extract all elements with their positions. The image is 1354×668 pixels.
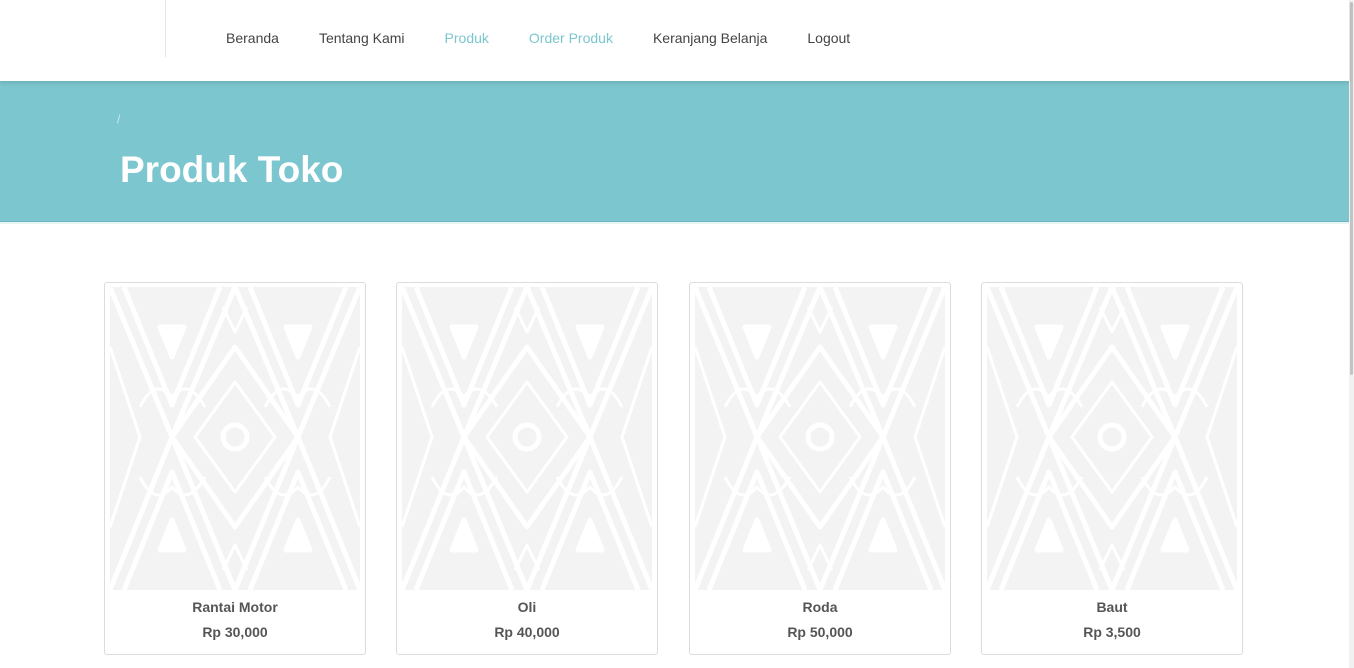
product-price: Rp 50,000 (787, 624, 853, 640)
nav-link-beranda[interactable]: Beranda (206, 30, 299, 47)
product-card[interactable]: Roda Rp 50,000 (689, 282, 951, 655)
product-card[interactable]: Baut Rp 3,500 (981, 282, 1243, 655)
product-image[interactable] (987, 287, 1237, 590)
product-card[interactable]: Oli Rp 40,000 (396, 282, 658, 655)
product-price: Rp 3,500 (1083, 624, 1141, 640)
nav-link-keranjang-belanja[interactable]: Keranjang Belanja (633, 30, 787, 47)
product-card[interactable]: Rantai Motor Rp 30,000 (104, 282, 366, 655)
breadcrumb: / (117, 112, 121, 126)
banner-divider (0, 222, 1349, 224)
scrollbar-thumb[interactable] (1350, 2, 1353, 375)
page-title: Produk Toko (120, 149, 344, 190)
product-name[interactable]: Roda (690, 599, 950, 615)
product-name[interactable]: Baut (982, 599, 1242, 615)
nav-link-logout[interactable]: Logout (787, 30, 870, 47)
nav-link-tentang-kami[interactable]: Tentang Kami (299, 30, 425, 47)
top-navbar: Beranda Tentang Kami Produk Order Produk… (0, 0, 1349, 81)
product-name[interactable]: Oli (397, 599, 657, 615)
product-image[interactable] (402, 287, 652, 590)
nav-link-order-produk[interactable]: Order Produk (509, 30, 633, 47)
product-name[interactable]: Rantai Motor (105, 599, 365, 615)
nav-link-produk[interactable]: Produk (425, 30, 509, 47)
main-menu: Beranda Tentang Kami Produk Order Produk… (206, 30, 870, 47)
product-image[interactable] (695, 287, 945, 590)
navbar-divider (165, 0, 166, 57)
product-price: Rp 30,000 (202, 624, 268, 640)
product-price: Rp 40,000 (494, 624, 560, 640)
page-header-banner: / Produk Toko (0, 81, 1349, 222)
product-image[interactable] (110, 287, 360, 590)
